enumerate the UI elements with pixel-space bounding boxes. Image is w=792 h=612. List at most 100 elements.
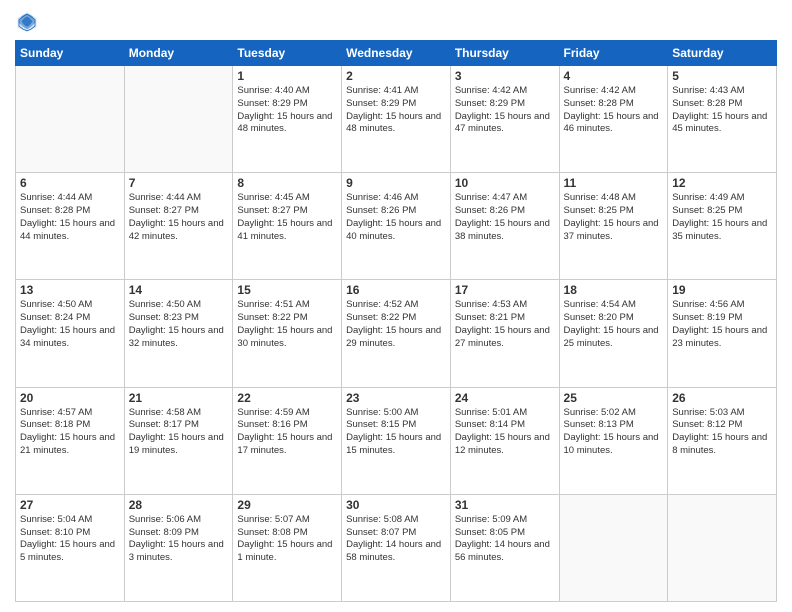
cell-info: Sunrise: 4:46 AM Sunset: 8:26 PM Dayligh…: [346, 192, 446, 243]
day-number: 16: [346, 283, 446, 297]
cell-info: Sunrise: 4:42 AM Sunset: 8:29 PM Dayligh…: [455, 85, 555, 136]
cell-info: Sunrise: 5:09 AM Sunset: 8:05 PM Dayligh…: [455, 514, 555, 565]
calendar-week-4: 27 Sunrise: 5:04 AM Sunset: 8:10 PM Dayli…: [16, 494, 777, 601]
cell-info: Sunrise: 4:48 AM Sunset: 8:25 PM Dayligh…: [564, 192, 664, 243]
calendar-cell: 23Sunrise: 5:00 AM Sunset: 8:15 PM Dayli…: [342, 387, 451, 494]
calendar-cell: 10 Sunrise: 4:47 AM Sunset: 8:26 PM Dayli…: [450, 173, 559, 280]
cell-info: Sunrise: 4:57 AM Sunset: 8:18 PM Dayligh…: [20, 407, 120, 458]
cell-info: Sunrise: 5:06 AM Sunset: 8:09 PM Dayligh…: [129, 514, 229, 565]
cell-info: Sunrise: 4:54 AM Sunset: 8:20 PM Dayligh…: [564, 299, 664, 350]
day-number: 30: [346, 498, 446, 512]
calendar-cell: 31 Sunrise: 5:09 AM Sunset: 8:05 PM Dayli…: [450, 494, 559, 601]
day-number: 22: [237, 391, 337, 405]
calendar-week-2: 13 Sunrise: 4:50 AM Sunset: 8:24 PM Dayli…: [16, 280, 777, 387]
day-number: 2: [346, 69, 446, 83]
calendar-cell: 18 Sunrise: 4:54 AM Sunset: 8:20 PM Dayli…: [559, 280, 668, 387]
day-number: 1: [237, 69, 337, 83]
logo: [15, 10, 43, 34]
day-number: 14: [129, 283, 229, 297]
calendar-header-monday: Monday: [124, 41, 233, 66]
calendar-cell: 2 Sunrise: 4:41 AM Sunset: 8:29 PM Daylig…: [342, 66, 451, 173]
calendar-week-0: 1 Sunrise: 4:40 AM Sunset: 8:29 PM Daylig…: [16, 66, 777, 173]
cell-info: Sunrise: 5:04 AM Sunset: 8:10 PM Dayligh…: [20, 514, 120, 565]
calendar-cell: 19 Sunrise: 4:56 AM Sunset: 8:19 PM Dayli…: [668, 280, 777, 387]
calendar: SundayMondayTuesdayWednesdayThursdayFrid…: [15, 40, 777, 602]
calendar-cell: 5Sunrise: 4:43 AM Sunset: 8:28 PM Daylig…: [668, 66, 777, 173]
page: SundayMondayTuesdayWednesdayThursdayFrid…: [0, 0, 792, 612]
calendar-cell: 7 Sunrise: 4:44 AM Sunset: 8:27 PM Daylig…: [124, 173, 233, 280]
cell-info: Sunrise: 4:41 AM Sunset: 8:29 PM Dayligh…: [346, 85, 446, 136]
day-number: 12: [672, 176, 772, 190]
day-number: 18: [564, 283, 664, 297]
cell-info: Sunrise: 4:53 AM Sunset: 8:21 PM Dayligh…: [455, 299, 555, 350]
day-number: 28: [129, 498, 229, 512]
cell-info: Sunrise: 4:42 AM Sunset: 8:28 PM Dayligh…: [564, 85, 664, 136]
day-number: 21: [129, 391, 229, 405]
calendar-cell: 24Sunrise: 5:01 AM Sunset: 8:14 PM Dayli…: [450, 387, 559, 494]
calendar-cell: 1 Sunrise: 4:40 AM Sunset: 8:29 PM Daylig…: [233, 66, 342, 173]
cell-info: Sunrise: 4:51 AM Sunset: 8:22 PM Dayligh…: [237, 299, 337, 350]
calendar-cell: 27 Sunrise: 5:04 AM Sunset: 8:10 PM Dayli…: [16, 494, 125, 601]
calendar-header-saturday: Saturday: [668, 41, 777, 66]
day-number: 20: [20, 391, 120, 405]
day-number: 7: [129, 176, 229, 190]
cell-info: Sunrise: 5:03 AM Sunset: 8:12 PM Dayligh…: [672, 407, 772, 458]
day-number: 9: [346, 176, 446, 190]
calendar-header-thursday: Thursday: [450, 41, 559, 66]
day-number: 15: [237, 283, 337, 297]
day-number: 13: [20, 283, 120, 297]
calendar-header-friday: Friday: [559, 41, 668, 66]
calendar-cell: 22Sunrise: 4:59 AM Sunset: 8:16 PM Dayli…: [233, 387, 342, 494]
cell-info: Sunrise: 4:52 AM Sunset: 8:22 PM Dayligh…: [346, 299, 446, 350]
calendar-cell: 21 Sunrise: 4:58 AM Sunset: 8:17 PM Dayli…: [124, 387, 233, 494]
cell-info: Sunrise: 4:44 AM Sunset: 8:28 PM Dayligh…: [20, 192, 120, 243]
calendar-cell: 14 Sunrise: 4:50 AM Sunset: 8:23 PM Dayli…: [124, 280, 233, 387]
calendar-cell: 30 Sunrise: 5:08 AM Sunset: 8:07 PM Dayli…: [342, 494, 451, 601]
day-number: 4: [564, 69, 664, 83]
day-number: 11: [564, 176, 664, 190]
day-number: 31: [455, 498, 555, 512]
day-number: 25: [564, 391, 664, 405]
cell-info: Sunrise: 5:08 AM Sunset: 8:07 PM Dayligh…: [346, 514, 446, 565]
cell-info: Sunrise: 4:58 AM Sunset: 8:17 PM Dayligh…: [129, 407, 229, 458]
day-number: 27: [20, 498, 120, 512]
day-number: 10: [455, 176, 555, 190]
calendar-header-wednesday: Wednesday: [342, 41, 451, 66]
cell-info: Sunrise: 4:40 AM Sunset: 8:29 PM Dayligh…: [237, 85, 337, 136]
cell-info: Sunrise: 4:50 AM Sunset: 8:23 PM Dayligh…: [129, 299, 229, 350]
calendar-cell: 25 Sunrise: 5:02 AM Sunset: 8:13 PM Dayli…: [559, 387, 668, 494]
cell-info: Sunrise: 4:50 AM Sunset: 8:24 PM Dayligh…: [20, 299, 120, 350]
cell-info: Sunrise: 4:56 AM Sunset: 8:19 PM Dayligh…: [672, 299, 772, 350]
header: [15, 10, 777, 34]
day-number: 17: [455, 283, 555, 297]
day-number: 5: [672, 69, 772, 83]
day-number: 3: [455, 69, 555, 83]
calendar-cell: 28 Sunrise: 5:06 AM Sunset: 8:09 PM Dayli…: [124, 494, 233, 601]
cell-info: Sunrise: 4:44 AM Sunset: 8:27 PM Dayligh…: [129, 192, 229, 243]
calendar-cell: 20 Sunrise: 4:57 AM Sunset: 8:18 PM Dayli…: [16, 387, 125, 494]
calendar-cell: 16 Sunrise: 4:52 AM Sunset: 8:22 PM Dayli…: [342, 280, 451, 387]
logo-icon: [15, 10, 39, 34]
calendar-cell: 26 Sunrise: 5:03 AM Sunset: 8:12 PM Dayli…: [668, 387, 777, 494]
cell-info: Sunrise: 5:00 AM Sunset: 8:15 PM Dayligh…: [346, 407, 446, 458]
calendar-cell: 4 Sunrise: 4:42 AM Sunset: 8:28 PM Daylig…: [559, 66, 668, 173]
calendar-cell: [124, 66, 233, 173]
calendar-cell: 17 Sunrise: 4:53 AM Sunset: 8:21 PM Dayli…: [450, 280, 559, 387]
calendar-week-3: 20 Sunrise: 4:57 AM Sunset: 8:18 PM Dayli…: [16, 387, 777, 494]
cell-info: Sunrise: 4:49 AM Sunset: 8:25 PM Dayligh…: [672, 192, 772, 243]
calendar-cell: 12 Sunrise: 4:49 AM Sunset: 8:25 PM Dayli…: [668, 173, 777, 280]
calendar-cell: [668, 494, 777, 601]
cell-info: Sunrise: 5:07 AM Sunset: 8:08 PM Dayligh…: [237, 514, 337, 565]
day-number: 19: [672, 283, 772, 297]
calendar-cell: 29Sunrise: 5:07 AM Sunset: 8:08 PM Dayli…: [233, 494, 342, 601]
calendar-header-row: SundayMondayTuesdayWednesdayThursdayFrid…: [16, 41, 777, 66]
day-number: 26: [672, 391, 772, 405]
cell-info: Sunrise: 5:02 AM Sunset: 8:13 PM Dayligh…: [564, 407, 664, 458]
calendar-cell: 15 Sunrise: 4:51 AM Sunset: 8:22 PM Dayli…: [233, 280, 342, 387]
calendar-header-tuesday: Tuesday: [233, 41, 342, 66]
calendar-week-1: 6 Sunrise: 4:44 AM Sunset: 8:28 PM Daylig…: [16, 173, 777, 280]
day-number: 8: [237, 176, 337, 190]
cell-info: Sunrise: 5:01 AM Sunset: 8:14 PM Dayligh…: [455, 407, 555, 458]
cell-info: Sunrise: 4:47 AM Sunset: 8:26 PM Dayligh…: [455, 192, 555, 243]
day-number: 6: [20, 176, 120, 190]
